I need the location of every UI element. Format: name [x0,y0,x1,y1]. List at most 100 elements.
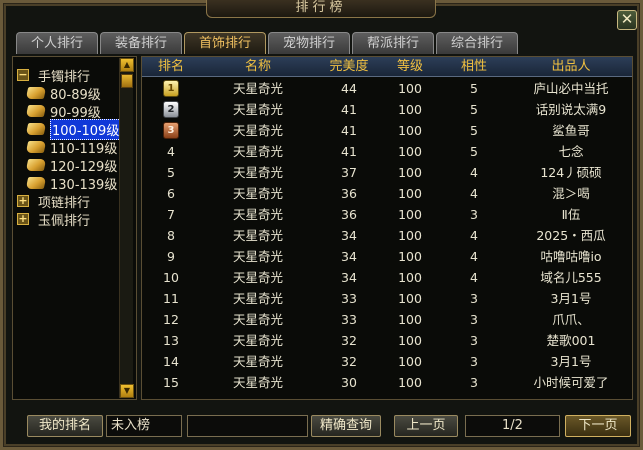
scroll-up-icon[interactable]: ▲ [120,58,134,72]
cell-perfection: 36 [341,186,357,201]
tree-leaf[interactable]: 130-139级 [25,174,118,193]
tree-category-bracelet[interactable]: − 手镯排行 [17,66,90,85]
cell-item-name: 天星奇光 [232,123,283,138]
table-row[interactable]: 12 天星奇光 33 100 3 爪爪、 [142,309,632,330]
cell-level: 100 [398,333,422,348]
prev-page-button[interactable]: 上一页 [394,415,458,437]
silver-medal-icon: 2 [163,101,179,118]
table-row[interactable]: 11 天星奇光 33 100 3 3月1号 [142,288,632,309]
jewelry-icon [25,123,47,135]
cell-level: 100 [398,81,422,96]
scrollbar-thumb[interactable] [121,74,133,88]
cell-item-name: 天星奇光 [232,144,283,159]
cell-maker: 124丿硕硕 [540,165,602,180]
my-rank-value: 未入榜 [106,415,182,437]
collapse-icon[interactable]: − [17,69,29,81]
table-row[interactable]: 14 天星奇光 32 100 3 3月1号 [142,351,632,372]
expand-icon[interactable]: + [17,195,29,207]
cell-item-name: 天星奇光 [232,81,283,96]
cell-affinity: 3 [470,312,478,327]
cell-level: 100 [398,375,422,390]
header-affinity: 相性 [460,59,487,74]
cell-maker: 楚歌001 [546,333,596,348]
cell-affinity: 4 [470,186,478,201]
cell-maker: 咕噜咕噜io [540,249,602,264]
expand-icon[interactable]: + [17,213,29,225]
table-row[interactable]: 6 天星奇光 36 100 4 混＞喝 [142,183,632,204]
cell-level: 100 [398,354,422,369]
cell-level: 100 [398,249,422,264]
next-page-button[interactable]: 下一页 [565,415,631,437]
cell-item-name: 天星奇光 [232,249,283,264]
search-input[interactable] [187,415,308,437]
tree-leaf[interactable]: 120-129级 [25,156,117,175]
tree-category-necklace[interactable]: + 项链排行 [17,192,90,211]
tree-category-pendant[interactable]: + 玉佩排行 [17,210,90,229]
tab-equipment[interactable]: 装备排行 [100,32,182,54]
cell-perfection: 37 [341,165,357,180]
tree-leaf[interactable]: 90-99级 [25,102,101,121]
cell-level: 100 [398,123,422,138]
tree-scrollbar[interactable]: ▲ ▼ [119,58,134,398]
cell-level: 100 [398,144,422,159]
search-button[interactable]: 精确查询 [311,415,381,437]
my-rank-button[interactable]: 我的排名 [27,415,103,437]
tab-personal[interactable]: 个人排行 [16,32,98,54]
tree-leaf-label: 100-109级 [50,118,122,140]
tab-pet[interactable]: 宠物排行 [268,32,350,54]
cell-level: 100 [398,102,422,117]
tree-leaf[interactable]: 110-119级 [25,138,118,157]
cell-item-name: 天星奇光 [232,186,283,201]
header-name: 名称 [244,59,271,74]
cell-item-name: 天星奇光 [232,354,283,369]
cell-maker: 域名儿555 [540,270,602,285]
table-row[interactable]: 15 天星奇光 30 100 3 小时候可爱了 [142,372,632,393]
cell-level: 100 [398,186,422,201]
cell-item-name: 天星奇光 [232,333,283,348]
close-icon: ✕ [620,10,634,28]
cell-perfection: 44 [341,81,357,96]
table-row[interactable]: 9 天星奇光 34 100 4 咕噜咕噜io [142,246,632,267]
cell-rank: 5 [167,165,175,180]
tree-leaf-selected[interactable]: 100-109级 [25,118,122,140]
cell-perfection: 32 [341,333,357,348]
table-row[interactable]: 3 天星奇光 41 100 5 鲨鱼哥 [142,120,632,141]
cell-rank: 12 [163,312,179,327]
cell-affinity: 3 [470,291,478,306]
cell-maker: 小时候可爱了 [533,375,609,390]
scroll-down-icon[interactable]: ▼ [120,384,134,398]
cell-maker: 3月1号 [550,354,592,369]
tab-overall[interactable]: 综合排行 [436,32,518,54]
cell-affinity: 4 [470,165,478,180]
cell-perfection: 34 [341,270,357,285]
table-row[interactable]: 7 天星奇光 36 100 3 Ⅱ伍 [142,204,632,225]
table-row[interactable]: 1 天星奇光 44 100 5 庐山必中当托 [142,78,632,99]
cell-item-name: 天星奇光 [232,102,283,117]
cell-item-name: 天星奇光 [232,375,283,390]
cell-rank: 4 [167,144,175,159]
table-row[interactable]: 5 天星奇光 37 100 4 124丿硕硕 [142,162,632,183]
cell-rank: 15 [163,375,179,390]
table-row[interactable]: 8 天星奇光 34 100 4 2025・西瓜 [142,225,632,246]
table-row[interactable]: 4 天星奇光 41 100 5 七念 [142,141,632,162]
tab-guild[interactable]: 帮派排行 [352,32,434,54]
tree-leaf-label: 130-139级 [50,177,118,193]
table-row[interactable]: 10 天星奇光 34 100 4 域名儿555 [142,267,632,288]
cell-perfection: 32 [341,354,357,369]
close-button[interactable]: ✕ [617,10,637,30]
table-row[interactable]: 2 天星奇光 41 100 5 话别说太满9 [142,99,632,120]
cell-item-name: 天星奇光 [232,228,283,243]
cell-perfection: 36 [341,207,357,222]
cell-rank: 8 [167,228,175,243]
tree-leaf[interactable]: 80-89级 [25,84,101,103]
cell-rank: 6 [167,186,175,201]
tree-leaf-label: 110-119级 [50,141,118,157]
cell-rank: 7 [167,207,175,222]
table-row[interactable]: 13 天星奇光 32 100 3 楚歌001 [142,330,632,351]
header-perfection: 完美度 [329,59,369,74]
tab-jewelry[interactable]: 首饰排行 [184,32,266,54]
cell-maker: 庐山必中当托 [533,81,609,96]
cell-rank: 10 [163,270,179,285]
cell-affinity: 4 [470,228,478,243]
cell-rank: 11 [163,291,179,306]
